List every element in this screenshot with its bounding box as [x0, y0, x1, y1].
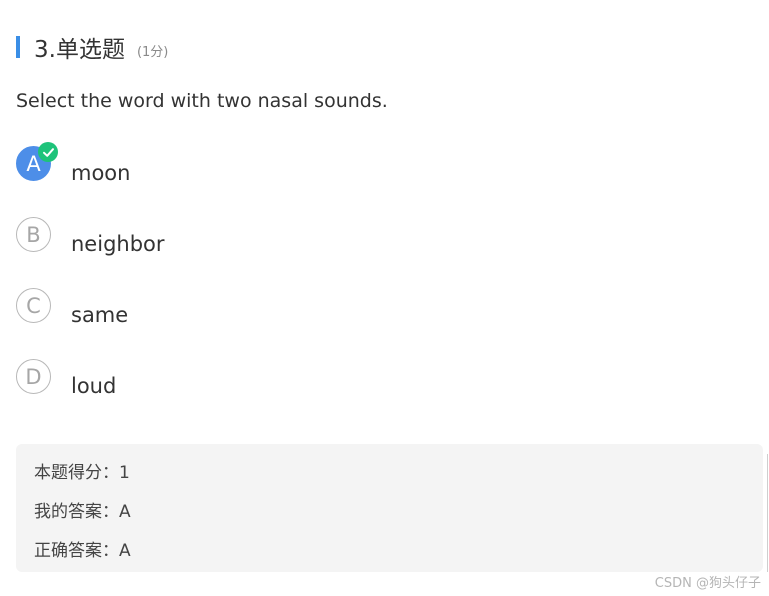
options-list: A moon B neighbor C same D loud: [16, 142, 616, 430]
option-d-circle[interactable]: D: [16, 359, 51, 394]
question-title: 3.单选题: [34, 37, 125, 63]
option-c-circle[interactable]: C: [16, 288, 51, 323]
result-panel: 本题得分：1 我的答案：A 正确答案：A: [16, 444, 763, 572]
question-header: 3.单选题 (1分): [16, 32, 169, 63]
option-b-letter: B: [26, 222, 41, 247]
correct-answer-line: 正确答案：A: [34, 541, 131, 561]
option-d-label: loud: [71, 374, 117, 398]
question-text: Select the word with two nasal sounds.: [16, 90, 388, 112]
option-b-label: neighbor: [71, 232, 165, 256]
option-a[interactable]: A moon: [16, 142, 616, 217]
score-line: 本题得分：1: [34, 463, 130, 483]
option-c[interactable]: C same: [16, 288, 616, 359]
watermark: CSDN @狗头仔子: [654, 576, 761, 591]
scrollbar-track[interactable]: [767, 454, 768, 572]
my-answer-line: 我的答案：A: [34, 502, 131, 522]
option-a-label: moon: [71, 161, 131, 185]
check-icon: [38, 142, 58, 162]
title-accent-bar: [16, 36, 20, 58]
option-b[interactable]: B neighbor: [16, 217, 616, 288]
option-d-letter: D: [25, 364, 42, 389]
option-c-label: same: [71, 303, 129, 327]
option-b-circle[interactable]: B: [16, 217, 51, 252]
option-d[interactable]: D loud: [16, 359, 616, 430]
option-c-letter: C: [26, 293, 41, 318]
question-score: (1分): [136, 44, 169, 60]
